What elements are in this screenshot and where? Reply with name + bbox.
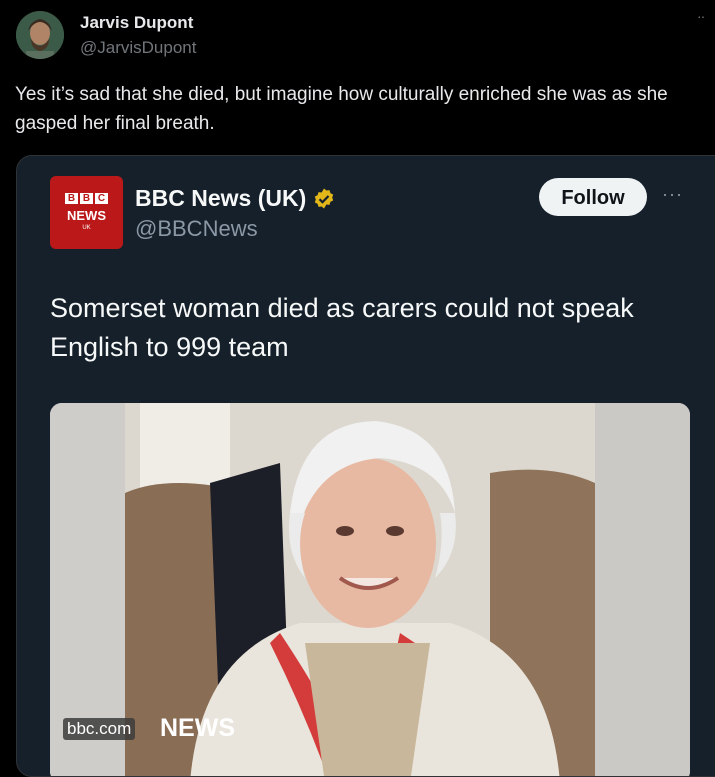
tweet-text: Yes it’s sad that she died, but imagine … (15, 84, 668, 134)
bbc-block-b1: B (65, 193, 78, 204)
bbc-news-logo[interactable]: B B C NEWS UK (50, 176, 123, 249)
bbc-logo-news: NEWS (67, 208, 106, 223)
author-handle[interactable]: @JarvisDupont (80, 38, 196, 58)
bbc-logo-region: UK (82, 225, 91, 231)
author-name[interactable]: Jarvis Dupont (80, 13, 193, 33)
bbc-blocks: B B C (65, 193, 108, 204)
news-watermark: NEWS (160, 714, 235, 742)
more-options-icon[interactable]: ·· (697, 8, 705, 24)
news-photo[interactable]: bbc.com NEWS (50, 403, 690, 776)
follow-button[interactable]: Follow (539, 178, 647, 216)
verified-badge-icon (312, 187, 336, 211)
author-avatar[interactable] (16, 11, 64, 59)
photo-illustration (50, 403, 690, 776)
quoted-post-card[interactable]: B B C NEWS UK BBC News (UK) @BBCNews Fol… (16, 155, 715, 777)
quoted-account-name-text: BBC News (UK) (135, 185, 307, 211)
more-options-icon[interactable]: ··· (662, 184, 683, 205)
quoted-account-name[interactable]: BBC News (UK) (135, 185, 336, 212)
bbc-block-b2: B (80, 193, 93, 204)
source-badge: bbc.com (63, 718, 136, 740)
quoted-account-handle[interactable]: @BBCNews (135, 216, 258, 242)
quoted-headline: Somerset woman died as carers could not … (50, 293, 634, 362)
bbc-block-c: C (95, 193, 108, 204)
